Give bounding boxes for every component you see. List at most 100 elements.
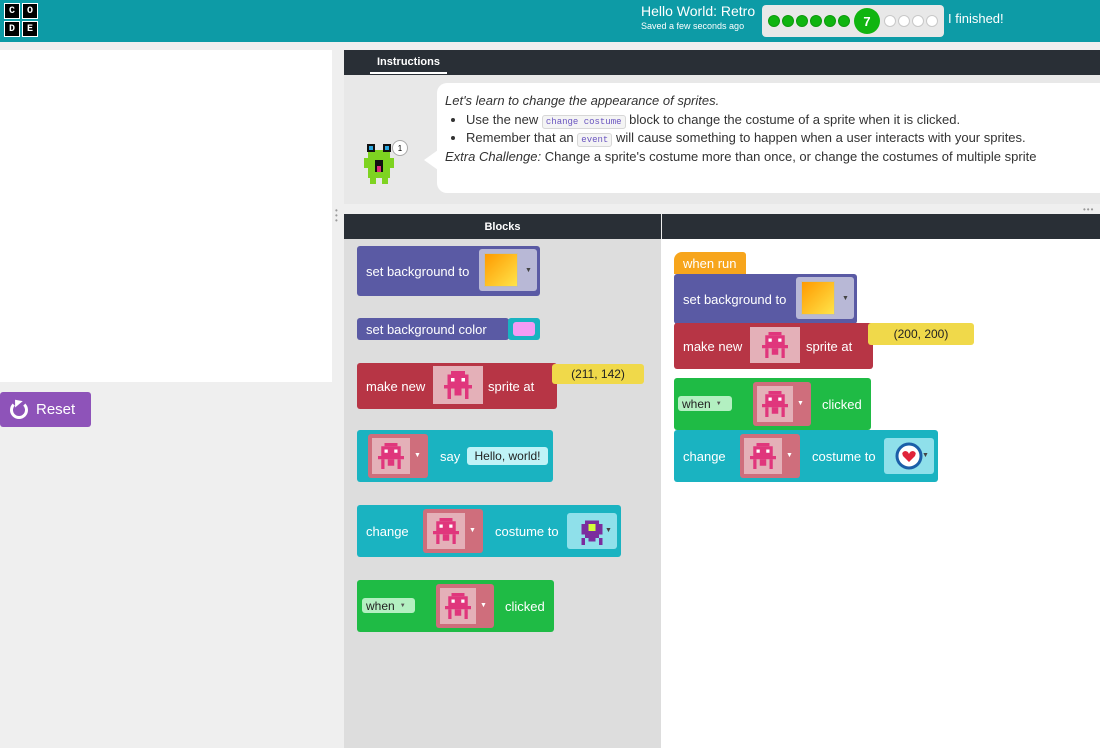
reset-label: Reset — [36, 401, 76, 418]
block-label: clicked — [822, 396, 862, 412]
level-dot-completed[interactable] — [810, 15, 822, 27]
event-dropdown[interactable]: when ▼ — [362, 598, 415, 613]
alien-sprite-icon — [762, 332, 788, 358]
level-dot-completed[interactable] — [782, 15, 794, 27]
extra-challenge-label: Extra Challenge: — [445, 149, 542, 164]
resize-handle-icon[interactable]: ••• — [1083, 205, 1094, 214]
when-run-block[interactable]: when run — [674, 252, 746, 274]
sprite-slot[interactable]: ▼ — [740, 434, 800, 478]
sprite-picker[interactable] — [433, 366, 483, 404]
audio-badge[interactable]: 1 — [392, 140, 408, 156]
dropdown-arrow-icon: ▼ — [797, 400, 804, 407]
extra-challenge-text: Change a sprite's costume more than once… — [544, 149, 1037, 164]
coordinate-input[interactable]: (211, 142) — [552, 364, 644, 384]
color-picker[interactable] — [508, 318, 540, 340]
sprite-slot[interactable]: ▼ — [753, 382, 811, 426]
alien-sprite-icon — [378, 443, 404, 469]
level-dot-todo[interactable] — [912, 15, 924, 27]
dropdown-arrow-icon: ▼ — [786, 452, 793, 459]
background-swatch — [484, 253, 518, 287]
costume-picker[interactable]: ▼ — [567, 513, 617, 549]
set-background-color-block[interactable]: set background color — [357, 318, 509, 340]
dropdown-arrow-icon: ▼ — [480, 602, 487, 609]
purple-monster-costume-icon — [581, 520, 603, 545]
alien-sprite-icon — [762, 391, 788, 417]
workspace-header — [662, 214, 1100, 239]
sprite-slot[interactable]: ▼ — [436, 584, 494, 628]
block-label: sprite at — [488, 378, 535, 394]
dropdown-arrow-icon: ▼ — [525, 267, 532, 274]
event-label: when — [366, 598, 395, 613]
background-picker[interactable]: ▼ — [479, 249, 537, 291]
block-label: set background color — [366, 321, 487, 337]
dropdown-arrow-icon: ▼ — [605, 527, 612, 534]
vertical-resize-handle-icon[interactable]: • • • — [335, 207, 341, 225]
heart-costume-icon — [895, 442, 923, 470]
level-dot-completed[interactable] — [824, 15, 836, 27]
level-dot-todo[interactable] — [898, 15, 910, 27]
logo-letter: D — [4, 21, 20, 37]
block-label: when run — [683, 255, 737, 271]
level-dot-todo[interactable] — [884, 15, 896, 27]
saved-status: Saved a few seconds ago — [641, 21, 745, 31]
sprite-slot[interactable]: ▼ — [423, 509, 483, 553]
background-picker[interactable]: ▼ — [796, 277, 854, 319]
alien-sprite-icon — [445, 593, 471, 619]
logo-letter: C — [4, 3, 20, 19]
sprite-picker[interactable] — [750, 327, 800, 363]
block-toolbox[interactable] — [344, 239, 661, 748]
dropdown-arrow-icon: ▼ — [842, 295, 849, 302]
block-label: change — [683, 448, 726, 464]
sprite-picker — [757, 386, 793, 422]
level-dot-completed[interactable] — [838, 15, 850, 27]
instruction-bullet: Remember that an event will cause someth… — [466, 130, 1092, 147]
sprite-picker — [427, 513, 465, 549]
code-logo[interactable]: C O D E — [4, 3, 38, 37]
block-label: sprite at — [806, 338, 853, 354]
logo-letter: E — [22, 21, 38, 37]
instructions-header — [344, 50, 1100, 75]
dropdown-arrow-icon: ▼ — [414, 452, 421, 459]
top-header: C O D E Hello World: Retro Saved a few s… — [0, 0, 1100, 42]
logo-letter: O — [22, 3, 38, 19]
dropdown-arrow-icon: ▼ — [715, 400, 722, 407]
color-swatch — [513, 322, 535, 336]
tab-instructions[interactable]: Instructions — [370, 56, 447, 74]
dropdown-arrow-icon: ▼ — [399, 602, 406, 609]
sprite-slot[interactable]: ▼ — [368, 434, 428, 478]
level-progress: 7 — [762, 5, 944, 37]
level-dot-completed[interactable] — [796, 15, 808, 27]
coordinate-input[interactable]: (200, 200) — [868, 323, 974, 345]
dropdown-arrow-icon: ▼ — [469, 527, 476, 534]
block-label: say — [440, 448, 461, 464]
instructions-intro: Let's learn to change the appearance of … — [445, 93, 720, 108]
block-label: make new — [683, 338, 743, 354]
instructions-bubble: Let's learn to change the appearance of … — [437, 83, 1100, 193]
alien-sprite-icon — [750, 443, 776, 469]
code-snippet: change costume — [541, 115, 626, 129]
say-text-input[interactable]: Hello, world! — [467, 447, 548, 465]
bubble-tail — [424, 150, 438, 170]
event-dropdown[interactable]: when ▼ — [678, 396, 732, 411]
block-label: change — [366, 523, 409, 539]
sprite-picker — [744, 438, 782, 474]
sprite-picker — [372, 438, 410, 474]
dropdown-arrow-icon: ▼ — [922, 452, 929, 459]
costume-picker[interactable]: ▼ — [884, 438, 934, 474]
level-dot-current[interactable]: 7 — [854, 8, 880, 34]
block-label: make new — [366, 378, 426, 394]
block-label: costume to — [495, 523, 559, 539]
bullet-text: block to change the costume of a sprite … — [629, 112, 961, 127]
block-label: set background to — [366, 263, 470, 279]
block-label: clicked — [505, 598, 545, 614]
block-label: set background to — [683, 291, 787, 307]
bullet-text: Use the new — [466, 112, 539, 127]
level-dot-todo[interactable] — [926, 15, 938, 27]
reset-icon — [10, 400, 28, 419]
bullet-text: will cause something to happen when a us… — [615, 130, 1026, 145]
game-stage[interactable] — [0, 50, 332, 382]
finished-link[interactable]: I finished! — [948, 11, 1004, 26]
reset-button[interactable]: Reset — [0, 392, 91, 427]
level-dot-completed[interactable] — [768, 15, 780, 27]
event-label: when — [682, 396, 711, 411]
